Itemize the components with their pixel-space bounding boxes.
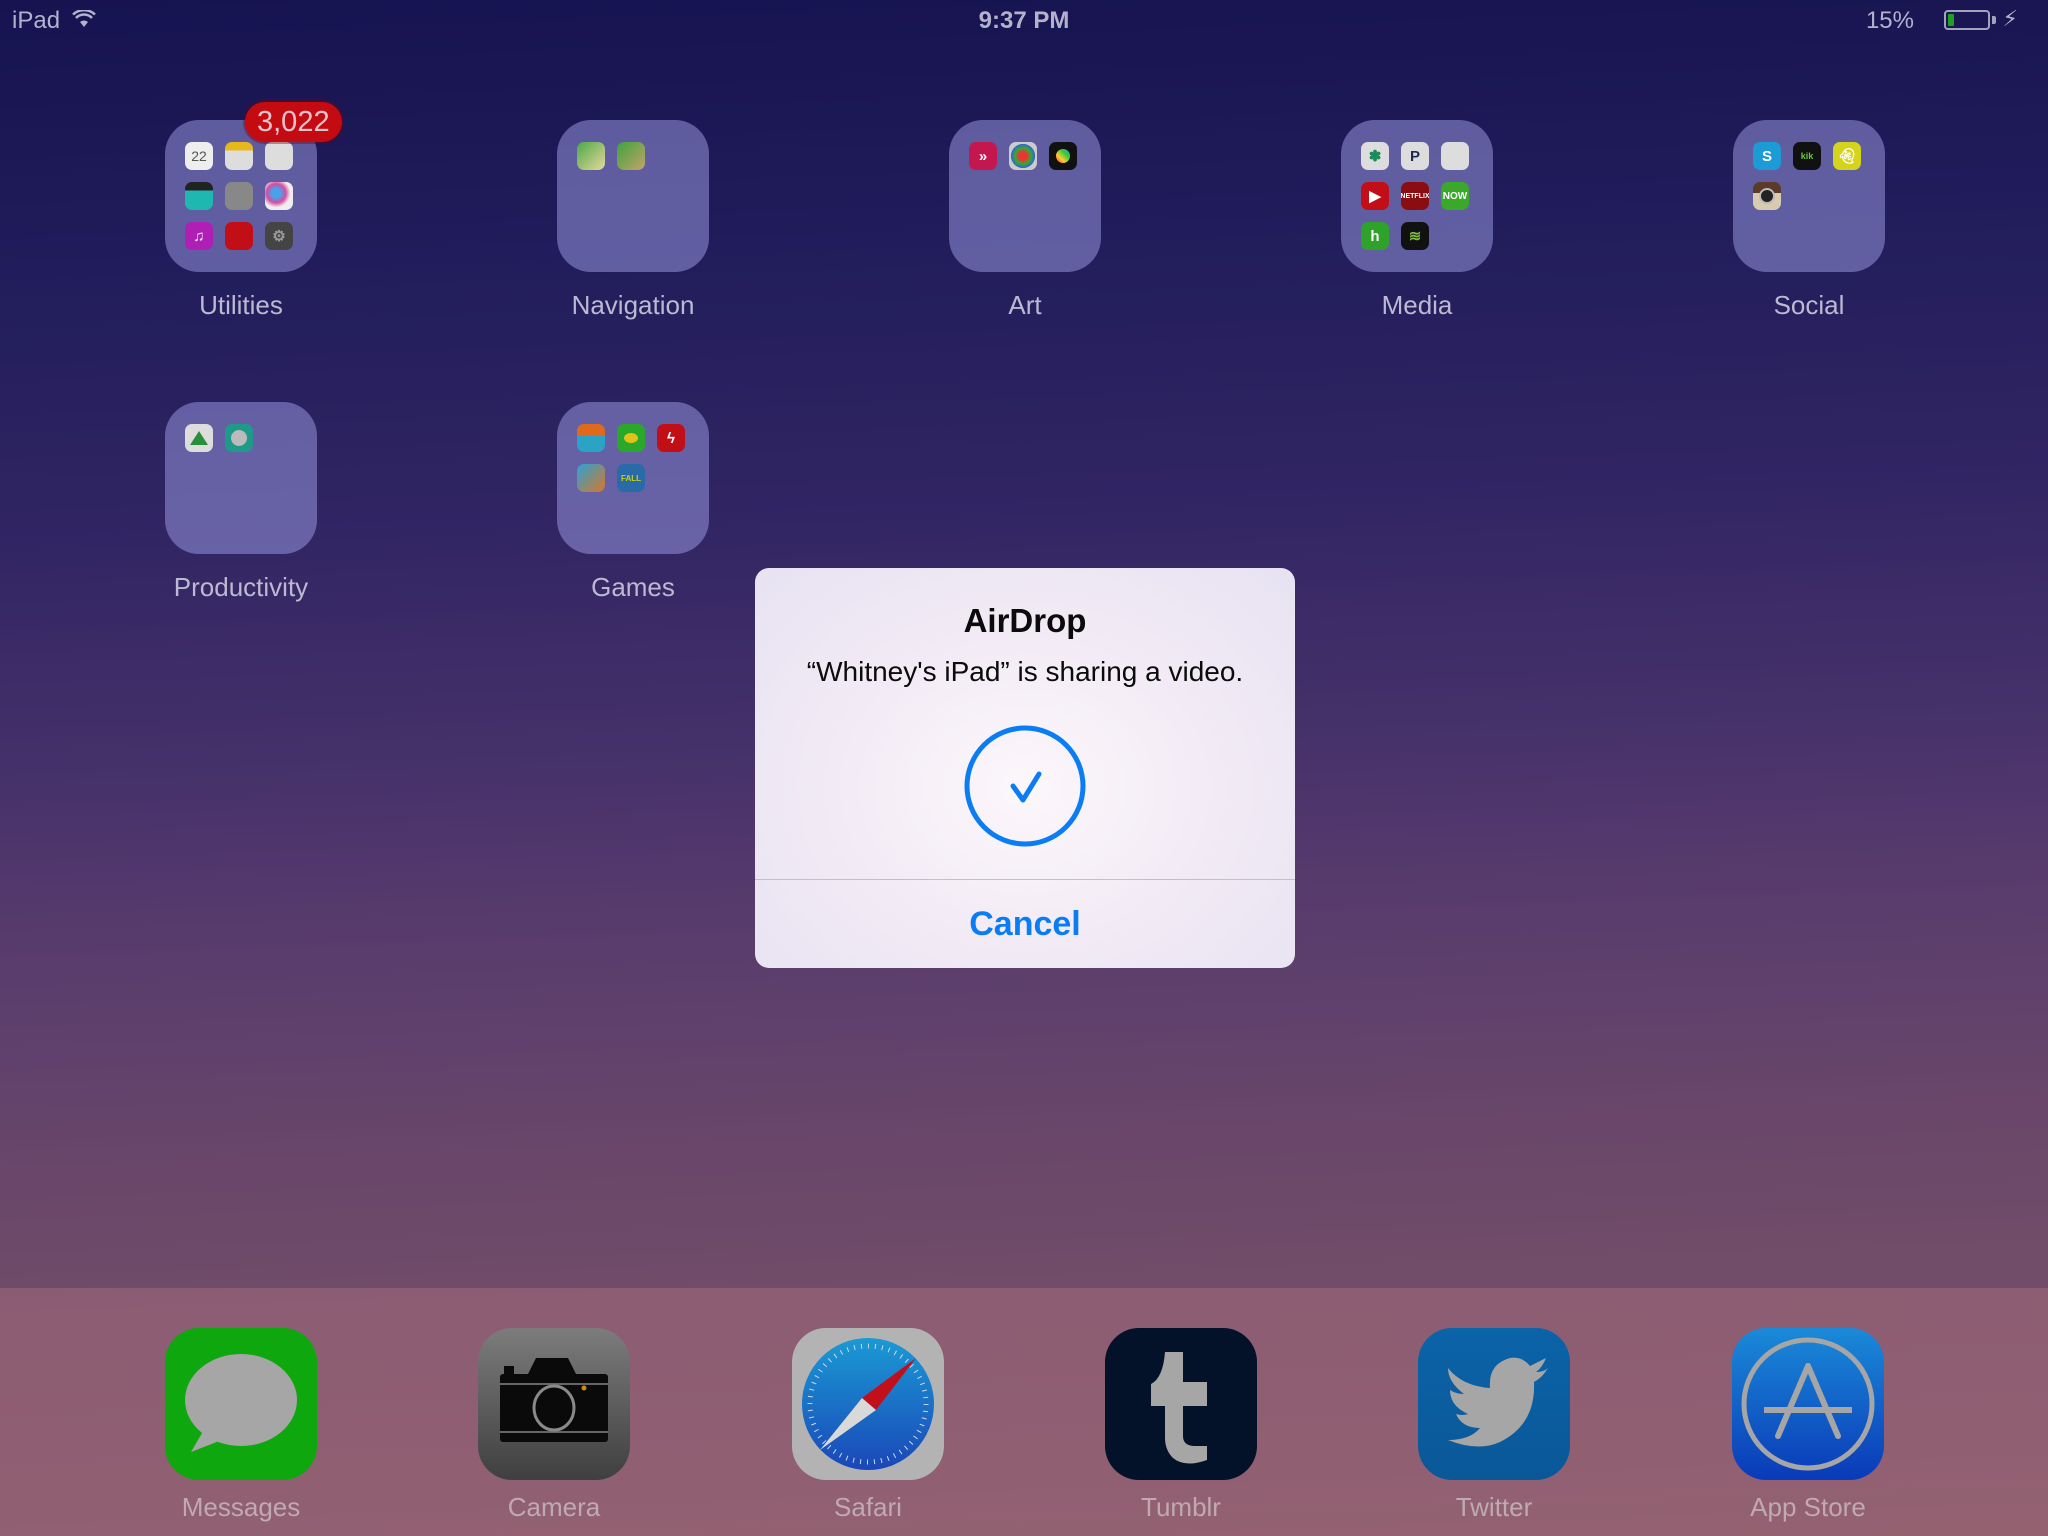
airdrop-alert: AirDrop “Whitney's iPad” is sharing a vi… bbox=[755, 568, 1295, 968]
alert-overlay: AirDrop “Whitney's iPad” is sharing a vi… bbox=[0, 0, 2048, 1536]
cancel-button[interactable]: Cancel bbox=[755, 880, 1295, 968]
checkmark-circle-icon bbox=[964, 725, 1086, 847]
alert-message: “Whitney's iPad” is sharing a video. bbox=[806, 656, 1244, 687]
alert-title: AirDrop bbox=[963, 602, 1087, 639]
